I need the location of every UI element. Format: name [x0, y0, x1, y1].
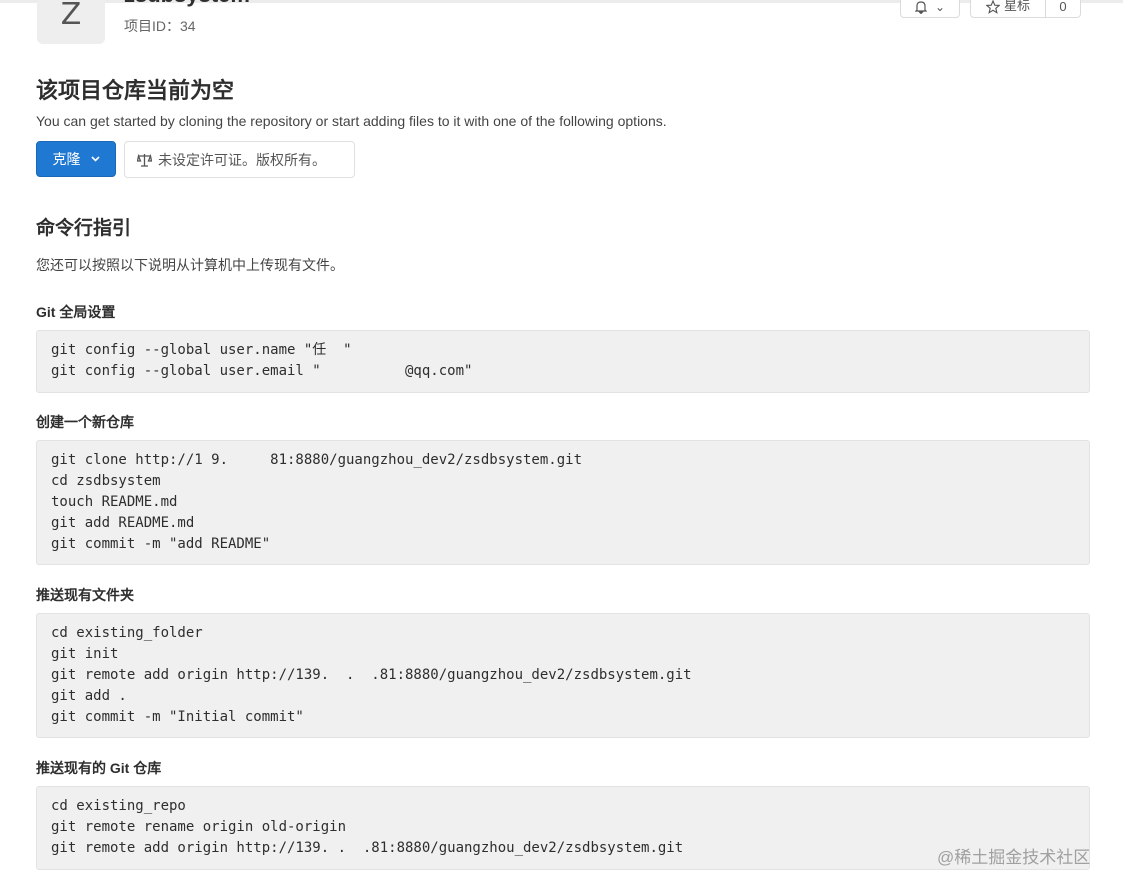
- clone-label: 克隆: [52, 151, 81, 167]
- code-line: git remote add origin http://139. . .81:…: [51, 840, 684, 856]
- notification-dropdown-button[interactable]: ⌄: [900, 0, 960, 18]
- clone-dropdown-button[interactable]: 克隆: [36, 141, 116, 177]
- project-name[interactable]: zsdbsystem: [124, 0, 250, 8]
- license-label: 未设定许可证。版权所有。: [158, 151, 326, 168]
- code-line: git remote rename origin old-origin: [51, 819, 347, 835]
- section-title-create-new-repo: 创建一个新仓库: [36, 414, 134, 430]
- code-line: cd zsdbsystem: [51, 473, 161, 489]
- watermark: @稀土掘金技术社区: [937, 848, 1091, 867]
- code-line: git add .: [51, 688, 127, 704]
- license-button[interactable]: 未设定许可证。版权所有。: [124, 141, 355, 178]
- code-block-create-new-repo[interactable]: git clone http://1 9. 81:8880/guangzhou_…: [36, 440, 1090, 565]
- project-id: 项目ID：34: [124, 18, 196, 34]
- cli-instructions-description: 您还可以按照以下说明从计算机中上传现有文件。: [36, 257, 344, 273]
- code-line: git commit -m "Initial commit": [51, 709, 304, 725]
- avatar-letter: Z: [60, 0, 82, 32]
- star-icon: [985, 0, 1000, 14]
- code-block-push-existing-git-repo[interactable]: cd existing_repo git remote rename origi…: [36, 786, 1090, 870]
- star-count[interactable]: 0: [1046, 0, 1080, 17]
- star-button[interactable]: 星标: [971, 0, 1046, 17]
- star-label: 星标: [1003, 0, 1030, 13]
- project-avatar: Z: [37, 0, 105, 44]
- scale-icon: [137, 153, 152, 167]
- visibility-icon: ▪: [256, 0, 262, 6]
- code-block-push-existing-folder[interactable]: cd existing_folder git init git remote a…: [36, 613, 1090, 738]
- empty-repo-title: 该项目仓库当前为空: [36, 78, 235, 103]
- cli-instructions-title: 命令行指引: [36, 218, 132, 239]
- star-button-group: 星标 0: [970, 0, 1081, 18]
- code-line: cd existing_repo: [51, 798, 186, 814]
- code-line: git config --global user.email " @qq.com…: [51, 363, 473, 379]
- bell-icon: [914, 1, 927, 14]
- chevron-down-icon: ⌄: [934, 0, 946, 14]
- section-title-push-existing-folder: 推送现有文件夹: [36, 587, 134, 603]
- code-line: cd existing_folder: [51, 625, 203, 641]
- code-line: git remote add origin http://139. . .81:…: [51, 667, 692, 683]
- code-block-git-global-setup[interactable]: git config --global user.name "任 " git c…: [36, 330, 1090, 393]
- section-title-push-existing-git-repo: 推送现有的 Git 仓库: [36, 760, 162, 776]
- code-line: touch README.md: [51, 494, 178, 510]
- code-line: git init: [51, 646, 119, 662]
- empty-repo-description: You can get started by cloning the repos…: [36, 113, 667, 129]
- code-line: git clone http://1 9. 81:8880/guangzhou_…: [51, 452, 583, 468]
- code-line: git add README.md: [51, 515, 195, 531]
- code-line: git commit -m "add README": [51, 536, 271, 552]
- section-title-git-global-setup: Git 全局设置: [36, 304, 116, 320]
- code-line: git config --global user.name "任 ": [51, 342, 352, 358]
- chevron-down-icon: [90, 156, 100, 162]
